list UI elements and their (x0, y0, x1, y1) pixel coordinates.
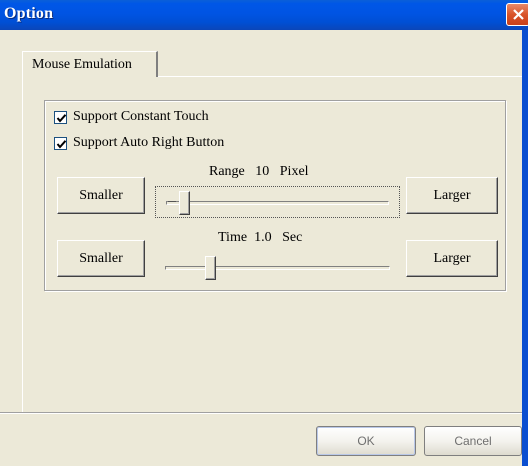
time-unit: Sec (282, 230, 303, 245)
time-larger-button[interactable]: Larger (406, 240, 498, 277)
close-button[interactable] (506, 3, 528, 26)
range-smaller-label: Smaller (79, 188, 123, 203)
cancel-label: Cancel (454, 434, 492, 448)
window-title: Option (4, 5, 54, 22)
range-larger-label: Larger (433, 188, 471, 203)
title-bar[interactable]: Option (0, 0, 528, 30)
auto-right-button-option[interactable]: Support Auto Right Button (54, 134, 224, 152)
time-caption-prefix: Time (218, 230, 248, 245)
close-x-icon (513, 9, 524, 20)
window-border (522, 30, 528, 466)
auto-right-button-checkbox[interactable] (54, 136, 67, 150)
footer-separator (0, 412, 522, 414)
constant-touch-label: Support Constant Touch (73, 109, 209, 124)
time-slider-track (165, 266, 390, 270)
tab-mouse-emulation[interactable]: Mouse Emulation (22, 51, 158, 77)
ok-button[interactable]: OK (316, 426, 416, 456)
auto-right-button-label: Support Auto Right Button (73, 135, 225, 150)
time-slider[interactable] (155, 252, 400, 284)
constant-touch-checkbox[interactable] (54, 110, 67, 124)
range-slider-track (166, 201, 389, 205)
cancel-button[interactable]: Cancel (424, 426, 522, 456)
option-dialog: Option Mouse Emulation Support Constant … (0, 0, 528, 466)
tab-label: Mouse Emulation (32, 57, 132, 72)
time-caption: Time 1.0 Sec (218, 230, 302, 246)
checkmark-icon (56, 113, 67, 123)
constant-touch-option[interactable]: Support Constant Touch (54, 108, 209, 126)
range-caption: Range 10 Pixel (209, 164, 309, 180)
range-smaller-button[interactable]: Smaller (57, 177, 145, 214)
range-caption-prefix: Range (209, 164, 245, 179)
range-larger-button[interactable]: Larger (406, 177, 498, 214)
time-larger-label: Larger (433, 251, 471, 266)
range-unit: Pixel (279, 164, 309, 179)
time-value: 1.0 (254, 230, 272, 245)
range-slider-thumb[interactable] (178, 191, 190, 215)
range-slider-tick (168, 201, 176, 202)
ok-label: OK (357, 434, 375, 448)
time-smaller-label: Smaller (79, 251, 123, 266)
time-slider-thumb[interactable] (205, 256, 216, 280)
range-slider[interactable] (155, 186, 400, 218)
range-value: 10 (255, 164, 270, 179)
time-smaller-button[interactable]: Smaller (57, 240, 145, 277)
checkmark-icon (56, 139, 67, 149)
